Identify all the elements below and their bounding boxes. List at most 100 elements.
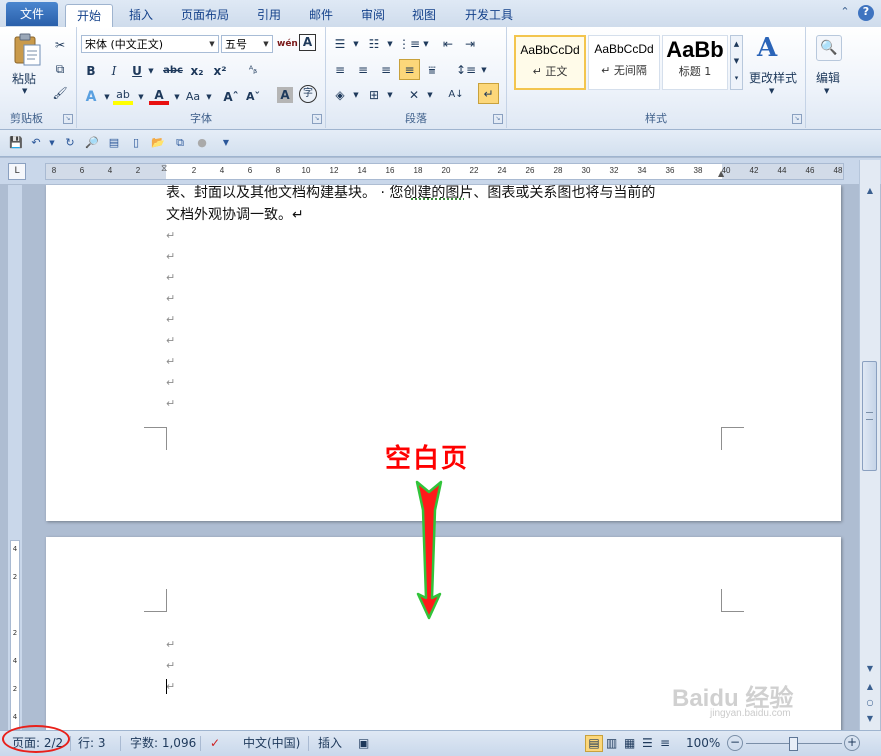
increase-indent-icon[interactable]: ⇥ [460,34,480,54]
open-folder-icon[interactable]: 📂 [150,135,166,151]
paragraph-launcher-icon[interactable]: ↘ [493,114,503,124]
chevron-down-icon[interactable]: ▼ [346,34,366,54]
paste-label[interactable]: 粘贴 [12,70,46,87]
bold-icon[interactable]: B [81,61,101,81]
copy-icon[interactable]: ⧉ [50,59,70,79]
chevron-down-icon[interactable]: ▼ [380,34,400,54]
binoculars-icon[interactable]: 🔍 [816,35,842,61]
word-count-status[interactable]: 字数: 1,096 [130,735,196,752]
editing-label[interactable]: 编辑 [816,69,840,86]
print-preview-icon[interactable]: 🔎 [84,135,100,151]
indent-marker-icon[interactable]: ⧖ [161,164,167,174]
align-right-icon[interactable]: ≡ [376,60,396,80]
chevron-down-icon[interactable]: ▼ [260,36,272,52]
decrease-indent-icon[interactable]: ⇤ [438,34,458,54]
italic-icon[interactable]: I [104,61,124,81]
change-styles-icon[interactable]: A [757,33,787,63]
vertical-scrollbar[interactable]: ▲ ▼ ▲ ○ ▼ [859,160,880,730]
phonetic-guide-icon[interactable]: wén [277,34,298,54]
redo-icon[interactable]: ↻ [62,135,78,151]
justify-icon[interactable]: ≡ [399,59,420,80]
chevron-down-icon[interactable]: ▼ [380,85,400,105]
language-status[interactable]: 中文(中国) [243,735,300,752]
vertical-ruler[interactable]: 4 2 2 4 2 4 [8,185,22,730]
chevron-down-icon[interactable]: ▼ [141,61,161,81]
horizontal-ruler[interactable]: 8 6 4 2 2 4 6 8 10 12 14 16 18 20 22 24 26 28 30 32 34 36 38 40… [45,163,844,180]
insert-mode-status[interactable]: 插入 [318,735,342,752]
chevron-down-icon[interactable]: ▼ [474,60,494,80]
character-border-icon[interactable]: A [299,34,316,51]
outline-view-icon[interactable]: ☰ [642,735,653,752]
styles-launcher-icon[interactable]: ↘ [792,114,802,124]
align-left-icon[interactable]: ≡ [330,60,350,80]
font-color-icon[interactable]: A [149,85,169,105]
undo-icon[interactable]: ↶ [28,135,44,151]
customize-qat-icon[interactable]: ▼ [218,135,234,151]
cut-icon[interactable]: ✂ [50,35,70,55]
clipboard-launcher-icon[interactable]: ↘ [63,114,73,124]
tab-mailings[interactable]: 邮件 [298,4,344,26]
zoom-out-icon[interactable]: − [727,735,743,751]
tab-review[interactable]: 审阅 [350,4,396,26]
tab-insert[interactable]: 插入 [117,4,165,26]
sort-icon[interactable]: A↓ [446,85,466,105]
strikethrough-icon[interactable]: abc [163,61,183,81]
copy-format-icon[interactable]: ⧉ [172,135,188,151]
format-painter-icon[interactable]: 🖌 [50,83,70,103]
scrollbar-thumb[interactable] [862,361,877,471]
character-shading-icon[interactable]: A [277,87,293,103]
align-center-icon[interactable]: ≡ [353,60,373,80]
clear-formatting-icon[interactable]: ᴬᵦ [243,61,263,81]
chevron-down-icon[interactable]: ▼ [416,34,436,54]
help-icon[interactable]: ? [858,5,874,21]
chevron-down-icon[interactable]: ▼ [199,87,219,107]
scroll-down-icon[interactable]: ▼ [862,662,878,676]
font-size-combo[interactable]: 五号 ▼ [221,35,273,53]
shrink-font-icon[interactable]: Aˇ [243,87,263,107]
right-indent-icon[interactable]: ▲ [718,169,724,178]
tab-selector-icon[interactable]: L [8,163,26,180]
scroll-down-icon[interactable]: ▼ [731,53,742,70]
zoom-in-icon[interactable]: + [844,735,860,751]
more-icon[interactable]: ▾ [731,70,742,87]
change-styles-label[interactable]: 更改样式 [749,69,805,86]
multilevel-list-icon[interactable]: ⋮≡ [398,34,420,54]
styles-scroll[interactable]: ▲ ▼ ▾ [730,35,743,90]
chevron-down-icon[interactable]: ▼ [420,85,440,105]
paste-dropdown-icon[interactable]: ▼ [22,87,27,95]
previous-page-icon[interactable]: ▲ [862,680,878,694]
next-page-icon[interactable]: ▼ [862,712,878,726]
show-paragraph-marks-icon[interactable]: ↵ [478,83,499,104]
chevron-down-icon[interactable]: ▼ [206,36,218,52]
line-spacing-icon[interactable]: ↕≡ [456,60,476,80]
minimize-ribbon-icon[interactable]: ⌃ [838,5,852,19]
draft-view-icon[interactable]: ≡ [660,735,670,752]
highlight-icon[interactable]: ab [113,85,133,105]
style-normal[interactable]: AaBbCcDd ↵ 正文 [514,35,586,90]
browse-object-icon[interactable]: ○ [862,696,878,710]
chevron-down-icon[interactable]: ▼ [769,87,774,95]
tab-developer[interactable]: 开发工具 [454,4,524,26]
chevron-down-icon[interactable]: ▼ [131,87,151,107]
superscript-icon[interactable]: x² [210,61,230,81]
tab-view[interactable]: 视图 [401,4,447,26]
chevron-down-icon[interactable]: ▼ [824,87,829,95]
zoom-level[interactable]: 100% [686,735,720,752]
proofing-icon[interactable]: ✓ [210,735,220,752]
new-document-icon[interactable]: ▯ [128,135,144,151]
print-layout-icon[interactable]: ▤ [585,735,603,752]
tab-file[interactable]: 文件 [6,2,58,26]
distributed-icon[interactable]: ⩸ [422,60,442,80]
document-line-2[interactable]: 文档外观协调一致。↵ [166,204,304,224]
web-layout-icon[interactable]: ▦ [624,735,635,752]
enclose-characters-icon[interactable]: 字 [299,85,317,103]
line-status[interactable]: 行: 3 [78,735,106,752]
chevron-down-icon[interactable]: ▼ [346,85,366,105]
tab-page-layout[interactable]: 页面布局 [172,4,238,26]
grow-font-icon[interactable]: Aˆ [221,87,241,107]
font-launcher-icon[interactable]: ↘ [312,114,322,124]
macro-record-icon[interactable]: ▣ [358,735,369,752]
zoom-slider-thumb[interactable] [789,737,798,751]
tab-references[interactable]: 引用 [246,4,292,26]
tab-home[interactable]: 开始 [65,4,113,27]
